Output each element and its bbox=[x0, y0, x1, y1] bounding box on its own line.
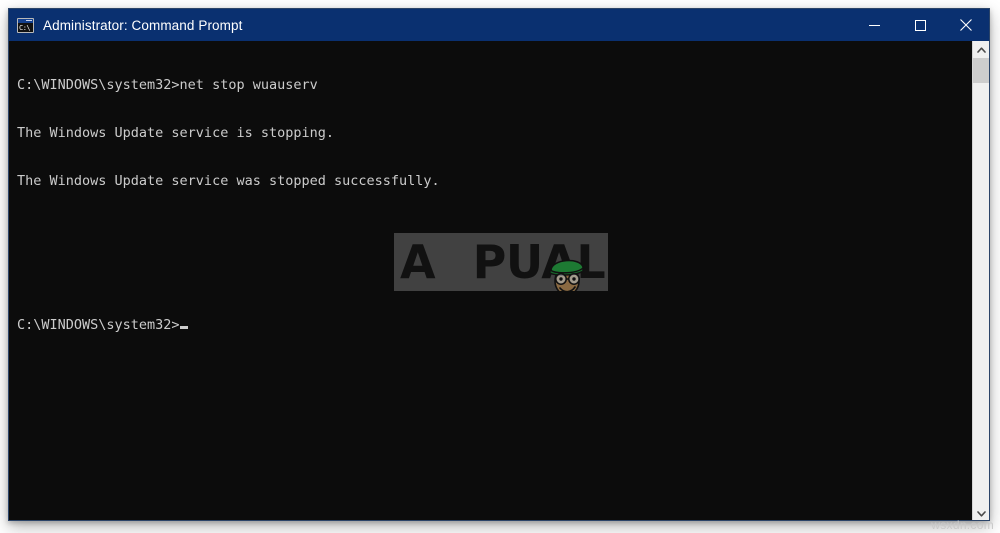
close-icon bbox=[960, 19, 972, 31]
appuals-mascot-icon bbox=[433, 237, 585, 291]
window-title: Administrator: Command Prompt bbox=[43, 17, 243, 33]
icon-prompt-glyph: C:\ bbox=[18, 22, 33, 32]
watermark-letter-a: A bbox=[400, 235, 436, 289]
command-prompt-window: C:\ Administrator: Command Prompt C:\WIN… bbox=[8, 8, 990, 521]
console-line-prompt: C:\WINDOWS\system32> bbox=[17, 317, 972, 333]
site-watermark: wsxdn.com bbox=[931, 518, 994, 532]
vertical-scrollbar[interactable] bbox=[972, 41, 989, 520]
title-bar[interactable]: C:\ Administrator: Command Prompt bbox=[9, 9, 989, 41]
appuals-watermark: A PU L bbox=[394, 233, 608, 291]
screenshot-root: C:\ Administrator: Command Prompt C:\WIN… bbox=[0, 0, 1000, 533]
scrollbar-track[interactable] bbox=[973, 58, 989, 505]
mascot-svg bbox=[549, 259, 585, 291]
window-controls bbox=[851, 9, 989, 41]
maximize-icon bbox=[914, 19, 926, 31]
terminal-area[interactable]: C:\WINDOWS\system32>net stop wuauserv Th… bbox=[9, 41, 989, 520]
minimize-button[interactable] bbox=[851, 9, 897, 41]
console-line-status-1: The Windows Update service is stopping. bbox=[17, 125, 334, 141]
command-prompt-icon: C:\ bbox=[17, 17, 34, 33]
watermark-logo: A PU L bbox=[394, 235, 608, 291]
chevron-down-icon bbox=[976, 510, 986, 517]
maximize-button[interactable] bbox=[897, 9, 943, 41]
scrollbar-thumb[interactable] bbox=[973, 58, 989, 83]
scroll-up-button[interactable] bbox=[973, 41, 989, 58]
prompt-text: C:\WINDOWS\system32> bbox=[17, 317, 180, 333]
console-line-command: C:\WINDOWS\system32>net stop wuauserv bbox=[17, 77, 318, 93]
minimize-icon bbox=[868, 24, 880, 26]
text-cursor bbox=[179, 326, 188, 329]
close-button[interactable] bbox=[943, 9, 989, 41]
console-line-status-2: The Windows Update service was stopped s… bbox=[17, 173, 440, 189]
console-output[interactable]: C:\WINDOWS\system32>net stop wuauserv Th… bbox=[9, 41, 972, 520]
chevron-up-icon bbox=[976, 46, 986, 53]
